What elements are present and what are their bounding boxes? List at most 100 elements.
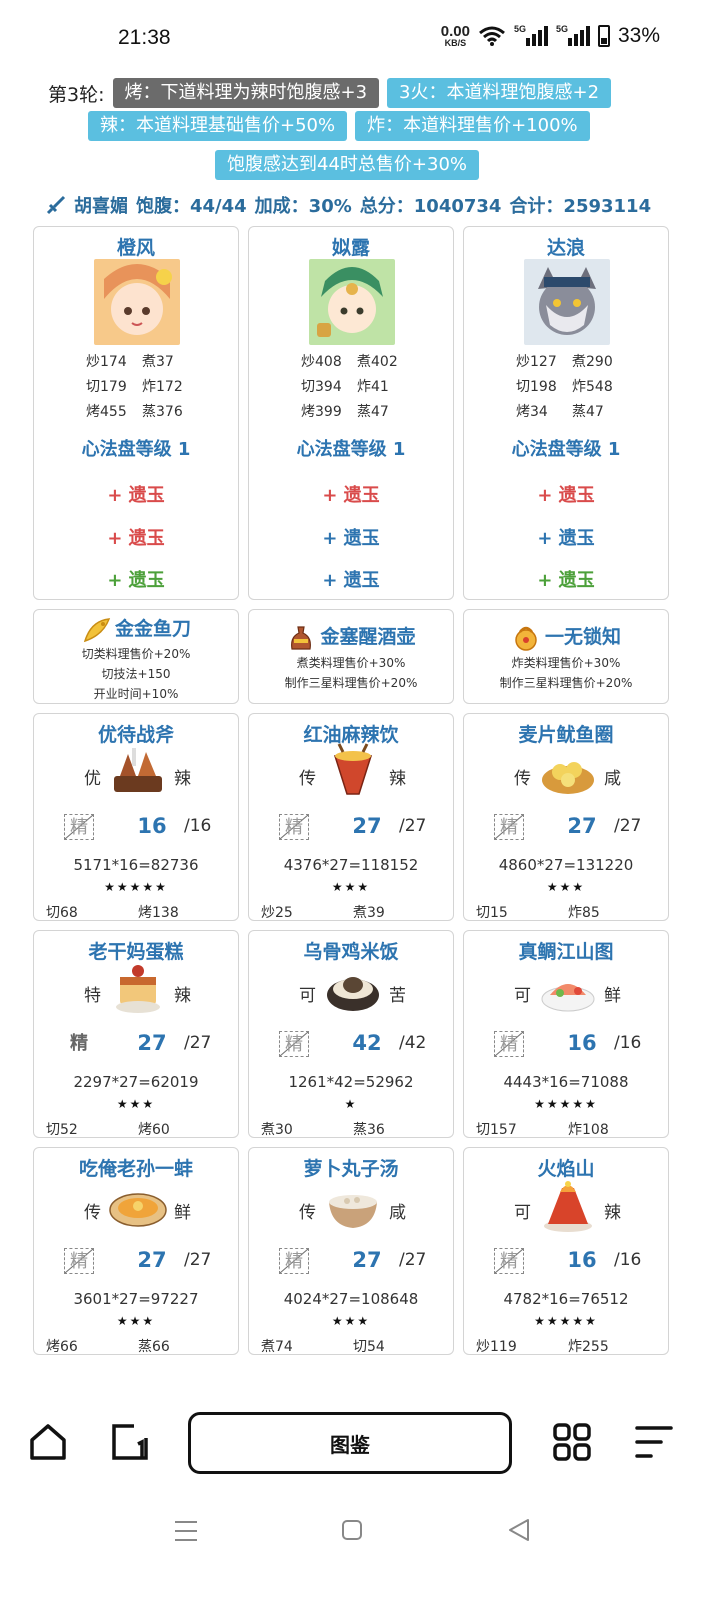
refine-toggle[interactable]: 精: [64, 1248, 94, 1274]
bonus-value: 加成：30%: [254, 196, 352, 217]
squid-rings-icon: [538, 742, 598, 802]
home-circle-icon[interactable]: [340, 1518, 364, 1542]
dish-price-calc: 2297*27=62019: [73, 1073, 199, 1091]
rule-chip[interactable]: 辣：本道料理基础售价+50%: [88, 111, 348, 141]
rule-chip[interactable]: 烤：下道料理为辣时饱腹感+3: [112, 78, 380, 108]
refine-toggle[interactable]: 精: [64, 1031, 94, 1057]
dish-skill-req: 炒25: [261, 905, 293, 921]
cake-icon: [108, 959, 168, 1019]
equipment-card[interactable]: 金塞醒酒壶 煮类料理售价+30% 制作三星料理售价+20%: [248, 609, 454, 704]
dish-skill-req: 炸85: [568, 905, 600, 921]
refine-toggle[interactable]: 精: [494, 1248, 524, 1274]
rule-chip[interactable]: 饱腹感达到44时总售价+30%: [215, 150, 479, 180]
equipment-effect: 炸类料理售价+30%: [511, 656, 621, 670]
add-relic-button[interactable]: + 遗玉: [249, 524, 453, 550]
network-speed-value: 0.00: [440, 23, 470, 40]
dish-card[interactable]: 真鲷江山图可鲜精 16/16 4443*16=71088 ★★★★★ 切157 炸108: [463, 930, 669, 1138]
add-relic-button[interactable]: + 遗玉: [464, 566, 668, 592]
back-triangle-icon[interactable]: [506, 1517, 532, 1543]
equipment-effect: 制作三星料理售价+20%: [499, 676, 633, 690]
dish-skill-req: 切68: [46, 905, 78, 921]
add-relic-button[interactable]: + 遗玉: [249, 481, 453, 507]
dish-skill-req: 烤66: [46, 1339, 78, 1355]
dish-stars: ★★★: [546, 880, 586, 894]
catalog-button[interactable]: 图鉴: [188, 1412, 512, 1474]
add-relic-button[interactable]: + 遗玉: [34, 481, 238, 507]
chef-skill: 炒127: [516, 354, 557, 370]
signal-sim2-icon: 5G: [556, 24, 590, 46]
dish-skill-req: 烤138: [138, 905, 179, 921]
chef-card[interactable]: 橙风 炒174 煮37 切179 炸172 烤455 蒸376 心法盘等级 1 + 遗玉 + 遗玉…: [33, 226, 239, 600]
dish-quantity[interactable]: 27: [347, 1248, 387, 1272]
dish-card[interactable]: 萝卜丸子汤传咸精 27/27 4024*27=108648 ★★★ 煮74 切54: [248, 1147, 454, 1355]
chef-skill: 蒸47: [357, 404, 389, 420]
dish-card[interactable]: 红油麻辣饮传辣精 27/27 4376*27=118152 ★★★ 炒25 煮39: [248, 713, 454, 921]
equipment-effect: 制作三星料理售价+20%: [284, 676, 418, 690]
dish-card[interactable]: 老干妈蛋糕特辣精 27/27 2297*27=62019 ★★★ 切52 烤60: [33, 930, 239, 1138]
add-relic-button[interactable]: + 遗玉: [34, 566, 238, 592]
refine-toggle[interactable]: 精: [64, 814, 94, 840]
sashimi-platter-icon: [538, 959, 598, 1019]
satiety-value: 饱腹：44/44: [136, 196, 247, 217]
chef-card[interactable]: 达浪 炒127 煮290 切198 炸548 烤34 蒸47 心法盘等级 1 + 遗玉 + 遗玉 +…: [463, 226, 669, 600]
dish-quantity[interactable]: 27: [562, 814, 602, 838]
rule-chip[interactable]: 炸：本道料理售价+100%: [355, 111, 590, 141]
dish-rarity: 传: [84, 1203, 101, 1223]
dish-flavor: 咸: [604, 769, 621, 789]
dish-flavor: 鲜: [174, 1203, 191, 1223]
dish-card[interactable]: 优待战斧优辣精 16/16 5171*16=82736 ★★★★★ 切68 烤138: [33, 713, 239, 921]
add-relic-button[interactable]: + 遗玉: [249, 566, 453, 592]
dish-card[interactable]: 麦片鱿鱼圈传咸精 27/27 4860*27=131220 ★★★ 切15 炸85: [463, 713, 669, 921]
wifi-icon: [479, 26, 505, 46]
refine-toggle[interactable]: 精: [279, 814, 309, 840]
rules-row-3: 饱腹感达到44时总售价+30%: [215, 150, 479, 180]
dish-quantity[interactable]: 27: [132, 1248, 172, 1272]
dish-quantity[interactable]: 42: [347, 1031, 387, 1055]
equipment-card[interactable]: 金金鱼刀 切类料理售价+20% 切技法+150 开业时间+10%: [33, 609, 239, 704]
battery-percent: 33%: [617, 24, 660, 47]
skill-disk-level[interactable]: 心法盘等级 1: [464, 435, 668, 461]
score-summary: 胡喜媚 饱腹：44/44 加成：30% 总分：1040734 合计：259311…: [46, 192, 666, 218]
dish-quantity-max: /27: [184, 1033, 212, 1053]
dish-card[interactable]: 乌骨鸡米饭可苦精 42/42 1261*42=52962 ★ 煮30 蒸36: [248, 930, 454, 1138]
dish-card[interactable]: 吃俺老孙一蚌传鲜精 27/27 3601*27=97227 ★★★ 烤66 蒸66: [33, 1147, 239, 1355]
refine-toggle[interactable]: 精: [279, 1248, 309, 1274]
refine-toggle[interactable]: 精: [494, 814, 524, 840]
dish-stars: ★★★: [331, 1314, 371, 1328]
chef-skill: 炸548: [572, 379, 613, 395]
chef-skill: 炒174: [86, 354, 127, 370]
dish-stars: ★★★: [116, 1314, 156, 1328]
apps-grid-icon[interactable]: [552, 1422, 592, 1462]
rule-chip[interactable]: 3火：本道料理饱腹感+2: [387, 78, 612, 108]
add-relic-button[interactable]: + 遗玉: [34, 524, 238, 550]
menu-icon[interactable]: [634, 1424, 674, 1460]
dish-price-calc: 1261*42=52962: [288, 1073, 414, 1091]
dish-quantity[interactable]: 27: [132, 1031, 172, 1055]
dish-card[interactable]: 火焰山可辣精 16/16 4782*16=76512 ★★★★★ 炒119 炸255: [463, 1147, 669, 1355]
tab-switch-icon[interactable]: [110, 1422, 150, 1462]
recent-apps-icon[interactable]: [172, 1519, 200, 1543]
refine-toggle[interactable]: 精: [494, 1031, 524, 1057]
equipment-card[interactable]: 一无锁知 炸类料理售价+30% 制作三星料理售价+20%: [463, 609, 669, 704]
dish-skill-req: 蒸66: [138, 1339, 170, 1355]
dish-stars: ★★★★★: [534, 1097, 598, 1111]
dish-price-calc: 5171*16=82736: [73, 856, 199, 874]
home-icon[interactable]: [28, 1422, 68, 1462]
spicy-drink-icon: [323, 742, 383, 802]
dish-quantity[interactable]: 16: [562, 1248, 602, 1272]
refine-toggle[interactable]: 精: [279, 1031, 309, 1057]
dish-skill-req: 切157: [476, 1122, 517, 1138]
dish-quantity[interactable]: 27: [347, 814, 387, 838]
dish-rarity: 传: [514, 769, 531, 789]
dish-skill-req: 切54: [353, 1339, 385, 1355]
add-relic-button[interactable]: + 遗玉: [464, 524, 668, 550]
chef-card[interactable]: 姒露 炒408 煮402 切394 炸41 烤399 蒸47 心法盘等级 1 + 遗玉 + 遗玉 +…: [248, 226, 454, 600]
dish-quantity[interactable]: 16: [132, 814, 172, 838]
skill-disk-level[interactable]: 心法盘等级 1: [34, 435, 238, 461]
add-relic-button[interactable]: + 遗玉: [464, 481, 668, 507]
dish-skill-req: 烤60: [138, 1122, 170, 1138]
dish-quantity[interactable]: 16: [562, 1031, 602, 1055]
skill-disk-level[interactable]: 心法盘等级 1: [249, 435, 453, 461]
dish-quantity-max: /27: [399, 816, 427, 836]
dish-quantity-max: /16: [614, 1033, 642, 1053]
